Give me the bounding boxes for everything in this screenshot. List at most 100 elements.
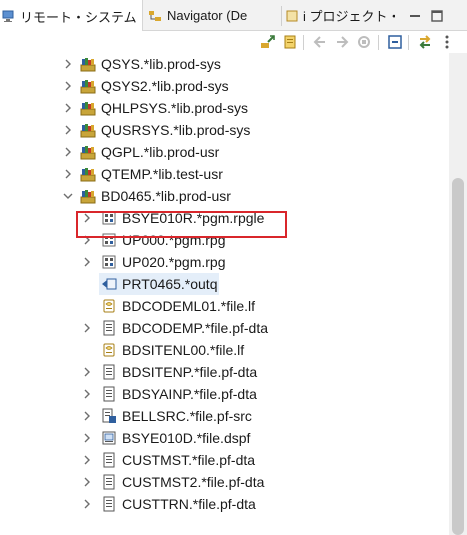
tree-item-object[interactable]: BDSYAINP.*file.pf-dta [0,383,448,405]
tree-item-label: UP020.*pgm.rpg [122,254,226,270]
library-icon [80,188,96,204]
tab-label: i プロジェクト・ [303,9,395,24]
tree-item-library[interactable]: BD0465.*lib.prod-usr [0,185,448,207]
tree-item-library[interactable]: QSYS2.*lib.prod-sys [0,75,448,97]
chevron-right-icon[interactable] [82,383,92,405]
physical-file-icon [101,320,117,336]
program-icon [101,232,117,248]
tree-item-object[interactable]: CUSTTRN.*file.pf-dta [0,493,448,515]
tab-label: リモート・システム [20,9,137,25]
tree-item-library[interactable]: QTEMP.*lib.test-usr [0,163,448,185]
tree-item-object[interactable]: PRT0465.*outq [0,273,448,295]
logical-file-icon [101,342,117,358]
chevron-right-icon[interactable] [63,53,73,75]
remote-systems-tree: QSYS.*lib.prod-sys QSYS2.*lib.prod-sys QHL… [0,53,448,535]
tree-item-label: UP000.*pgm.rpg [122,232,226,248]
tree-item-library[interactable]: QHLPSYS.*lib.prod-sys [0,97,448,119]
tree-item-label: BD0465.*lib.prod-usr [101,188,231,204]
back-icon[interactable] [311,33,329,51]
chevron-right-icon[interactable] [63,141,73,163]
library-icon [80,122,96,138]
toolbar-divider [303,35,304,50]
chevron-right-icon[interactable] [82,493,92,515]
chevron-right-icon[interactable] [82,427,92,449]
physical-file-icon [101,474,117,490]
chevron-right-icon[interactable] [63,97,73,119]
chevron-right-icon[interactable] [82,405,92,427]
toolbar-divider [408,35,409,50]
tab-remote-systems[interactable]: リモート・システム ✕ [0,0,143,32]
chevron-right-icon[interactable] [82,471,92,493]
tree-item-label: BDSITENP.*file.pf-dta [122,364,258,380]
chevron-right-icon[interactable] [82,317,92,339]
view-menu-icon[interactable] [438,33,456,51]
tree-item-object[interactable]: UP020.*pgm.rpg [0,251,448,273]
tree-item-label: CUSTTRN.*file.pf-dta [122,496,256,512]
tree-item-label: BSYE010D.*file.dspf [122,430,251,446]
refresh-icon[interactable] [355,33,373,51]
collapse-link-icon[interactable] [259,33,277,51]
chevron-right-icon[interactable] [82,361,92,383]
tree-item-object[interactable]: BDCODEML01.*file.lf [0,295,448,317]
navigator-icon [147,8,163,24]
library-icon [80,78,96,94]
tree-item-object[interactable]: BSYE010R.*pgm.rpgle [0,207,448,229]
tree-item-object[interactable]: BELLSRC.*file.pf-src [0,405,448,427]
output-queue-icon [101,276,117,292]
tree-item-object[interactable]: CUSTMST2.*file.pf-dta [0,471,448,493]
chevron-right-icon[interactable] [82,449,92,471]
chevron-down-icon[interactable] [63,185,73,207]
tree-item-label: CUSTMST.*file.pf-dta [122,452,256,468]
display-file-icon [101,430,117,446]
physical-file-icon [101,452,117,468]
tree-item-label: BDCODEML01.*file.lf [122,298,256,314]
view-toolbar [0,31,467,53]
tree-item-label: BDCODEMP.*file.pf-dta [122,320,269,336]
forward-icon[interactable] [333,33,351,51]
tree-item-object[interactable]: BDSITENP.*file.pf-dta [0,361,448,383]
view-tab-bar: リモート・システム ✕ Navigator (De i プロジェクト・ [0,0,467,32]
collapse-all-icon[interactable] [386,33,404,51]
filter-icon[interactable] [281,33,299,51]
tree-item-library[interactable]: QSYS.*lib.prod-sys [0,53,448,75]
tree-item-object[interactable]: BSYE010D.*file.dspf [0,427,448,449]
tree-item-label: BELLSRC.*file.pf-src [122,408,252,424]
library-icon [80,144,96,160]
source-file-icon [101,408,117,424]
chevron-right-icon[interactable] [63,163,73,185]
tree-item-label: BSYE010R.*pgm.rpgle [122,210,265,226]
tab-divider [281,6,282,26]
tree-item-object[interactable]: BDSITENL00.*file.lf [0,339,448,361]
chevron-right-icon[interactable] [63,75,73,97]
tree-item-object[interactable]: CUSTMST.*file.pf-dta [0,449,448,471]
tab-label: Navigator (De [167,8,248,23]
tree-item-label: QSYS2.*lib.prod-sys [101,78,229,94]
library-icon [80,166,96,182]
tree-item-object[interactable]: UP000.*pgm.rpg [0,229,448,251]
tab-navigator[interactable]: Navigator (De [145,0,280,31]
iproject-icon [285,8,299,24]
scrollbar-thumb[interactable] [452,178,464,535]
chevron-right-icon[interactable] [82,229,92,251]
tree-item-label: QSYS.*lib.prod-sys [101,56,221,72]
minimize-icon[interactable] [406,7,424,25]
chevron-right-icon[interactable] [63,119,73,141]
remote-systems-icon [2,8,16,24]
program-icon [101,254,117,270]
tab-iproject[interactable]: i プロジェクト・ [283,0,395,31]
chevron-right-icon[interactable] [82,251,92,273]
tree-item-label: BDSITENL00.*file.lf [122,342,245,358]
library-icon [80,100,96,116]
toolbar-divider [378,35,379,50]
tree-item-library[interactable]: QUSRSYS.*lib.prod-sys [0,119,448,141]
physical-file-icon [101,364,117,380]
sync-icon[interactable] [416,33,434,51]
tree-item-label: PRT0465.*outq [122,276,218,292]
maximize-icon[interactable] [428,7,446,25]
physical-file-icon [101,386,117,402]
chevron-right-icon[interactable] [82,207,92,229]
tree-item-library[interactable]: QGPL.*lib.prod-usr [0,141,448,163]
tree-item-label: QTEMP.*lib.test-usr [101,166,223,182]
physical-file-icon [101,496,117,512]
tree-item-object[interactable]: BDCODEMP.*file.pf-dta [0,317,448,339]
